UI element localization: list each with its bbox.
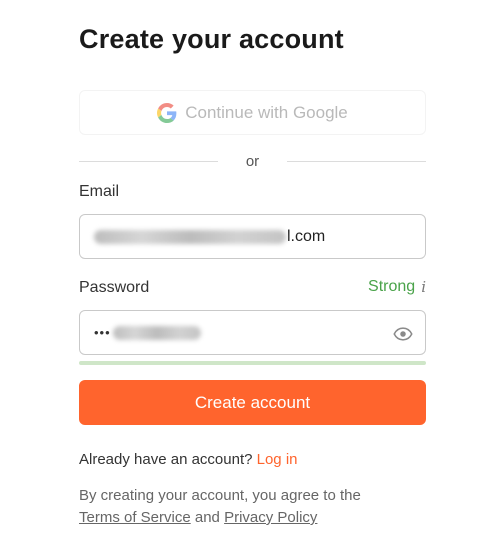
terms-and: and xyxy=(194,509,220,526)
email-redacted xyxy=(94,229,286,244)
password-strength-fill xyxy=(79,361,426,365)
login-prompt: Already have an account? Log in xyxy=(79,451,298,468)
password-strength: Strong i xyxy=(368,278,426,296)
privacy-policy-link[interactable]: Privacy Policy xyxy=(224,509,317,526)
info-icon[interactable]: i xyxy=(421,278,426,296)
email-field[interactable]: l.com xyxy=(79,214,426,259)
password-strength-bar xyxy=(79,361,426,365)
strength-text: Strong xyxy=(368,278,416,295)
password-field[interactable]: ••• xyxy=(79,310,426,355)
create-account-button[interactable]: Create account xyxy=(79,380,426,425)
or-divider: or xyxy=(79,151,426,171)
terms-prefix: By creating your account, you agree to t… xyxy=(79,487,361,504)
log-in-link[interactable]: Log in xyxy=(257,451,298,468)
google-button-label: Continue with Google xyxy=(185,102,348,122)
password-label: Password xyxy=(79,279,150,296)
login-prompt-text: Already have an account? xyxy=(79,451,253,468)
page-title: Create your account xyxy=(79,24,344,54)
password-dots: ••• xyxy=(94,325,111,340)
email-value-tail: l.com xyxy=(287,227,326,245)
email-label: Email xyxy=(79,183,120,200)
terms-notice: By creating your account, you agree to t… xyxy=(79,485,429,529)
show-password-eye-icon[interactable] xyxy=(393,324,413,344)
password-redacted xyxy=(112,325,201,340)
divider-text: or xyxy=(245,152,260,170)
terms-of-service-link[interactable]: Terms of Service xyxy=(79,509,191,526)
divider-line-right xyxy=(287,160,426,162)
google-icon xyxy=(157,102,177,123)
continue-with-google-button[interactable]: Continue with Google xyxy=(79,90,426,135)
divider-line-left xyxy=(79,160,218,162)
